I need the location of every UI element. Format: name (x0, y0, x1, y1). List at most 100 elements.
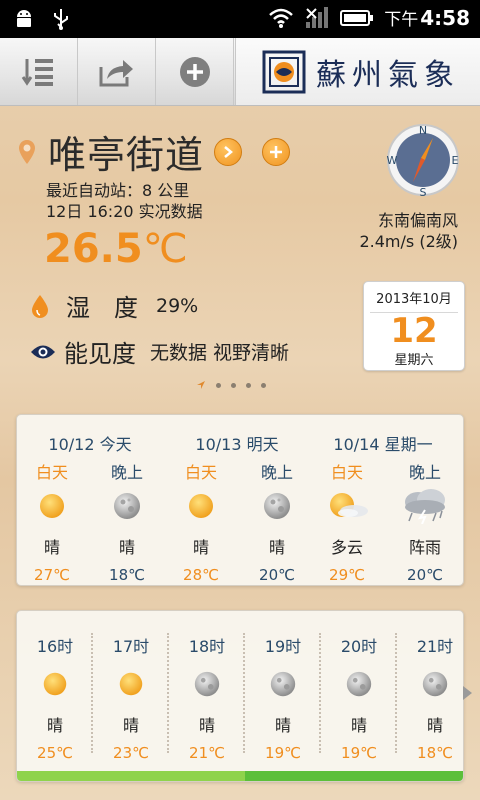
forecast-date: 10/12 今天 (48, 435, 132, 454)
weather-text: 晴 (350, 716, 367, 735)
weather-text: 晴 (426, 716, 443, 735)
hour-label: 16时 (36, 637, 74, 656)
weather-text: 晴 (46, 716, 63, 735)
sun-icon (189, 494, 213, 518)
hour-label: 20时 (340, 637, 378, 656)
temperature: 28℃ (183, 566, 219, 584)
hourly-item: 19时 晴 19℃ (253, 633, 313, 762)
humidity-row: 湿 度 29% (30, 288, 198, 323)
thunder-shower-icon (405, 489, 445, 524)
hourly-item: 20时 晴 19℃ (329, 633, 389, 762)
hourly-item: 18时 晴 21℃ (177, 633, 237, 762)
period-label: 晚上 (408, 463, 441, 482)
page-dot (261, 382, 266, 388)
compass-icon: N E S W (387, 124, 459, 199)
menu-list-button[interactable] (0, 38, 78, 105)
weather-text: 晴 (122, 716, 139, 735)
moon-icon (270, 671, 296, 697)
scroll-right-arrow-icon[interactable] (463, 686, 472, 700)
wind-info: 东南偏南风 2.4m/s (2级) (359, 210, 458, 252)
moon-icon (422, 671, 448, 697)
daily-forecast-card: 10/12 今天 10/13 明天 10/14 星期一 白天 晴 27℃ 晚上 … (16, 414, 464, 586)
visibility-row: 能见度 无数据 视野清晰 (30, 334, 289, 369)
usb-icon (54, 9, 68, 30)
temperature: 20℃ (407, 566, 443, 584)
location-next-button[interactable] (214, 137, 243, 166)
period-label: 晚上 (110, 463, 143, 482)
sun-icon (40, 494, 64, 518)
list-sort-icon (21, 58, 53, 86)
weather-text: 阵雨 (408, 538, 441, 557)
visibility-value: 无数据 视野清晰 (150, 342, 290, 364)
sun-icon (119, 672, 143, 696)
wind-speed: 2.4m/s (2级) (359, 232, 458, 251)
temperature: 20℃ (259, 566, 295, 584)
chevron-right-icon (224, 145, 233, 158)
location-name[interactable]: 唯亭街道 (48, 124, 204, 179)
sun-icon (43, 672, 67, 696)
wind-compass: N E S W (385, 122, 461, 202)
period-label: 白天 (330, 463, 363, 482)
forecast-night-col: 晚上 晴 18℃ (95, 459, 159, 584)
temperature: 21℃ (189, 744, 225, 762)
forecast-date: 10/13 明天 (195, 435, 279, 454)
date-weekday: 星期六 (394, 353, 434, 368)
page-dot (246, 382, 251, 388)
add-location-button[interactable] (262, 137, 291, 166)
temperature: 25℃ (37, 744, 73, 762)
location-row: 唯亭街道 (18, 124, 291, 179)
android-debug-icon (17, 10, 31, 27)
moon-icon (194, 671, 220, 697)
add-button[interactable] (156, 38, 234, 105)
temperature: 19℃ (341, 744, 377, 762)
station-distance: 最近自动站：8 公里 (46, 181, 190, 200)
period-label: 晚上 (260, 463, 293, 482)
hour-label: 18时 (188, 637, 226, 656)
temperature: 29℃ (329, 566, 365, 584)
weather-text: 晴 (192, 538, 209, 557)
status-time: 下午 4:58 (384, 6, 470, 30)
weather-text: 晴 (43, 538, 60, 557)
logo-emblem-icon (262, 50, 306, 93)
wifi-icon (269, 8, 294, 28)
humidity-label: 湿 度 (66, 294, 138, 322)
compass-n: N (419, 124, 427, 137)
temperature: 19℃ (265, 744, 301, 762)
hour-label: 21时 (416, 637, 454, 656)
page-dot (216, 382, 221, 388)
period-label: 白天 (35, 463, 68, 482)
visibility-label: 能见度 (64, 340, 136, 368)
weather-text: 多云 (330, 538, 363, 557)
share-icon (99, 59, 133, 86)
forecast-day-col: 白天 晴 28℃ (169, 459, 233, 584)
temperature: 18℃ (109, 566, 145, 584)
compass-e: E (452, 154, 459, 167)
compass-s: S (420, 186, 427, 198)
forecast-day-col: 白天 多云 29℃ (315, 459, 379, 584)
hour-label: 17时 (112, 637, 150, 656)
station-info: 最近自动站：8 公里 12日 16:20 实况数据 (46, 180, 203, 222)
share-button[interactable] (78, 38, 156, 105)
wind-direction: 东南偏南风 (377, 211, 458, 230)
date-year-month: 2013年10月 (376, 292, 452, 307)
moon-icon (264, 493, 290, 519)
hourly-item: 21时 晴 18℃ (405, 633, 463, 762)
moon-icon (114, 493, 140, 519)
date-card: 2013年10月 12 星期六 (363, 281, 465, 371)
status-bar: 下午 4:58 (0, 0, 480, 38)
forecast-night-col: 晚上 阵雨 20℃ (393, 459, 457, 584)
temperature: 23℃ (113, 744, 149, 762)
weather-text: 晴 (268, 538, 285, 557)
weather-text: 晴 (118, 538, 135, 557)
weather-text: 晴 (274, 716, 291, 735)
hourly-item: 17时 晴 23℃ (101, 633, 161, 762)
app-logo: 蘇州氣象 (235, 38, 480, 105)
toolbar: 蘇州氣象 (0, 38, 480, 106)
hourly-forecast-card: 16时 晴 25℃ 17时 晴 23℃ 18时 晴 21℃ 19时 晴 19℃ … (16, 610, 464, 782)
temperature: 18℃ (417, 744, 453, 762)
page-indicator (196, 380, 266, 390)
location-arrow-icon (197, 381, 205, 389)
humidity-drop-icon (32, 294, 48, 318)
logo-text: 蘇州氣象 (316, 57, 460, 93)
humidity-value: 29% (156, 294, 199, 317)
